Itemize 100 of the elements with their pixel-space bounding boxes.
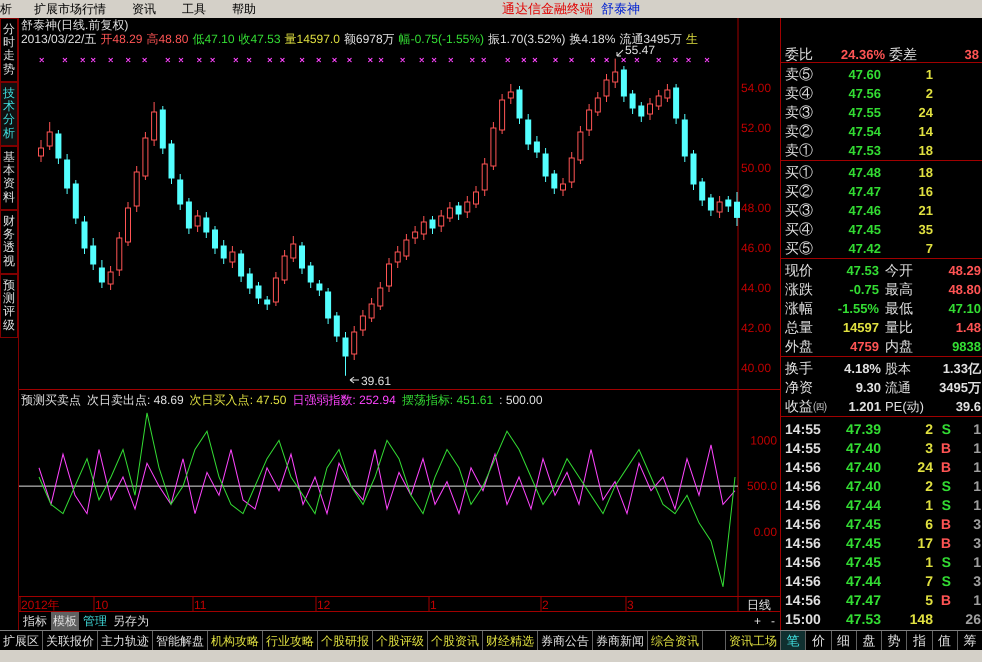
field-value: 1.201 xyxy=(847,398,881,416)
field-value: 39.6 xyxy=(954,398,982,416)
candlestick xyxy=(238,250,244,282)
quote-info: 高48.80 xyxy=(146,32,188,46)
order-level-label: 买① xyxy=(784,163,814,182)
candlestick xyxy=(177,174,184,210)
order-volume: 18 xyxy=(918,164,933,182)
candlestick xyxy=(299,242,305,274)
candlestick xyxy=(464,196,470,218)
date-label: 3 xyxy=(627,598,634,611)
field-label: 最低 xyxy=(884,299,914,318)
quote-tab[interactable]: 笔 xyxy=(780,631,806,650)
template-tab[interactable]: 指标 xyxy=(21,612,49,630)
candlestick xyxy=(108,266,114,290)
tick-price: 47.45 xyxy=(844,534,881,553)
candlestick xyxy=(525,114,532,150)
template-tab[interactable]: 管理 xyxy=(81,612,109,630)
field-label: 今开 xyxy=(884,261,914,280)
axis-label: 50.00 xyxy=(741,161,772,175)
tick-count: 1 xyxy=(972,439,982,458)
tick-volume: 2 xyxy=(924,420,933,439)
quote-info: 振1.70(3.52%) xyxy=(488,32,566,46)
candlestick xyxy=(334,312,340,342)
candlestick xyxy=(438,210,444,232)
quote-info: 开48.29 xyxy=(100,32,142,46)
candlestick xyxy=(272,272,279,306)
candlestick xyxy=(98,260,105,288)
arrow-icon xyxy=(616,50,624,56)
side-tab[interactable]: 分时走势 xyxy=(0,18,18,82)
menu-item[interactable]: 工具 xyxy=(182,0,206,18)
tick-volume: 7 xyxy=(924,572,933,591)
tick-time: 14:56 xyxy=(784,553,822,572)
axis-label: 42.00 xyxy=(741,321,772,335)
trade-side: S xyxy=(940,553,951,572)
tick-time: 14:56 xyxy=(784,591,822,610)
candlestick xyxy=(90,238,96,270)
candlestick xyxy=(542,148,549,182)
trade-side: B xyxy=(940,458,951,477)
menu-item[interactable]: 析 xyxy=(0,0,12,18)
order-level-label: 买④ xyxy=(784,220,814,239)
candlestick xyxy=(377,282,384,310)
menu-item[interactable]: 扩展市场行情 xyxy=(34,0,106,18)
side-tab[interactable]: 财务透视 xyxy=(0,210,18,274)
candlestick xyxy=(55,130,62,164)
indicator-value: : 500.00 xyxy=(499,392,543,409)
stock-name: 舒泰神 xyxy=(601,0,640,18)
tick-count: 3 xyxy=(972,534,982,553)
template-tab[interactable]: 模板 xyxy=(51,612,79,630)
field-value: 24.36% xyxy=(840,46,885,64)
candlestick xyxy=(290,236,296,262)
tick-price: 47.45 xyxy=(844,515,881,534)
side-tab[interactable]: 基本资料 xyxy=(0,146,18,210)
field-value: 9838 xyxy=(951,338,982,356)
candlestick xyxy=(708,194,714,216)
candlestick xyxy=(212,226,218,254)
date-label: 2 xyxy=(542,598,549,611)
side-tab[interactable]: 预测评级 xyxy=(0,274,18,338)
candlestick xyxy=(360,310,366,336)
date-label: 1 xyxy=(430,598,437,611)
candlestick xyxy=(220,240,227,264)
order-price: 47.45 xyxy=(847,220,881,239)
high-price-label: 55.47 xyxy=(625,43,656,57)
tick-volume: 2 xyxy=(924,477,933,496)
menu-item[interactable]: 帮助 xyxy=(232,0,256,18)
tick-count: 3 xyxy=(972,515,982,534)
candlestick xyxy=(586,104,592,136)
candlestick xyxy=(229,246,236,268)
candlestick xyxy=(560,178,566,196)
order-level-label: 卖① xyxy=(784,141,814,160)
candlestick xyxy=(612,58,618,88)
candlestick xyxy=(316,280,322,296)
template-tab[interactable]: 另存为 xyxy=(111,612,151,630)
quote-info: 幅-0.75(-1.55%) xyxy=(398,32,484,46)
menu-item[interactable]: 资讯 xyxy=(132,0,156,18)
indicator-value: 摆荡指标: 451.61 xyxy=(402,392,494,409)
zoom-button[interactable]: - xyxy=(768,612,778,630)
zoom-button[interactable]: + xyxy=(750,612,764,630)
field-value: 3495万 xyxy=(938,378,982,397)
tick-count: 3 xyxy=(972,572,982,591)
tick-time: 15:00 xyxy=(784,610,822,629)
tick-price: 47.39 xyxy=(844,420,881,439)
indicator-value: 次日卖出点: 48.69 xyxy=(87,392,184,409)
side-tab[interactable]: 技术分析 xyxy=(0,82,18,146)
order-volume: 14 xyxy=(918,122,933,141)
candlestick xyxy=(46,122,53,150)
candlestick xyxy=(568,152,575,188)
quote-info: 额6978万 xyxy=(344,32,395,46)
arrow-icon xyxy=(350,376,360,384)
candlestick xyxy=(246,268,253,294)
candlestick xyxy=(256,282,262,304)
trade-side: S xyxy=(940,496,951,515)
field-label: PE(动) xyxy=(884,398,925,416)
date-label: 12 xyxy=(317,598,330,611)
candlestick xyxy=(38,140,44,162)
tick-time: 14:55 xyxy=(784,439,822,458)
candlestick xyxy=(264,296,270,310)
candlestick xyxy=(716,196,723,218)
axis-label: 48.00 xyxy=(741,201,772,215)
tick-count: 1 xyxy=(972,477,982,496)
candlestick xyxy=(638,102,644,122)
